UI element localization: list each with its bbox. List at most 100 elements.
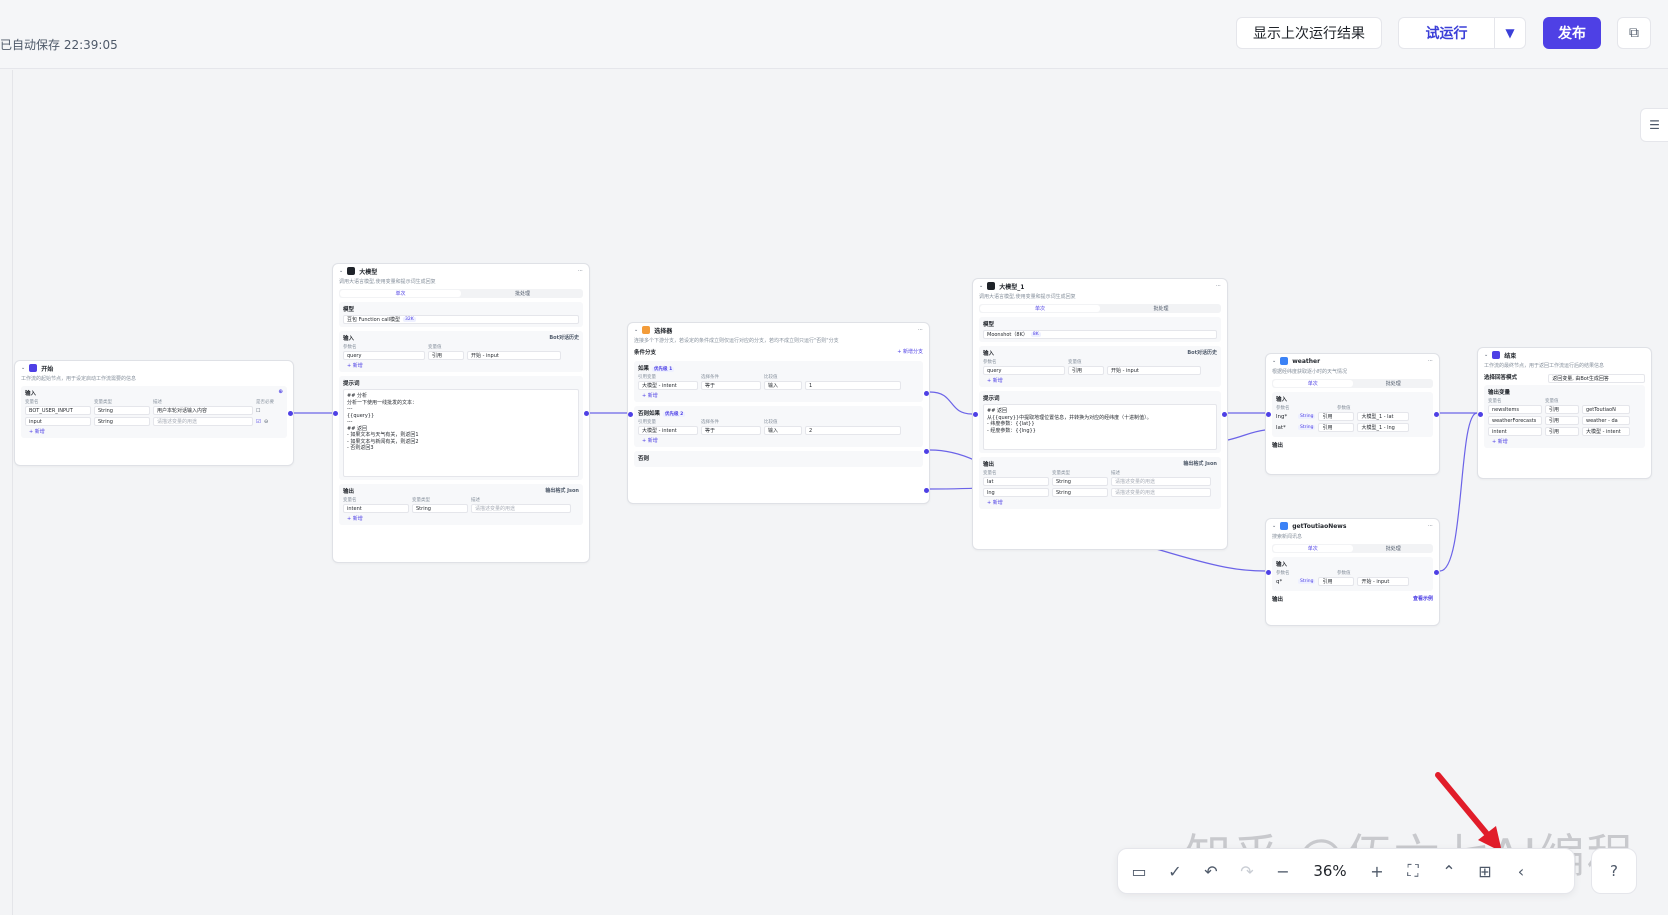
llm2-out-desc[interactable]: 请描述变量的用途 — [1111, 488, 1211, 497]
tab-single[interactable]: 单次 — [1273, 545, 1353, 552]
cond-variable[interactable]: 大模型 - intent — [638, 381, 698, 390]
tab-single[interactable]: 单次 — [980, 305, 1100, 312]
fit-view-icon[interactable]: ⛶ — [1402, 858, 1424, 884]
show-last-result-button[interactable]: 显示上次运行结果 — [1236, 17, 1382, 49]
llm-prompt-editor[interactable]: ## 分析 分析一下使用一线批发的文本： --- {{query}} --- #… — [343, 389, 579, 477]
node-menu-icon[interactable]: ⋯ — [1428, 523, 1433, 529]
selector-in-port[interactable] — [628, 412, 633, 417]
end-var-name[interactable]: intent — [1488, 427, 1542, 436]
news-param-value[interactable]: 开始 - input — [1357, 577, 1410, 586]
zoom-out-icon[interactable]: − — [1272, 858, 1294, 884]
weather-output-title[interactable]: 输出 — [1272, 441, 1283, 449]
weather-param-value[interactable]: 大模型_1 - lng — [1357, 423, 1410, 432]
llm2-add-button[interactable]: + 新增 — [983, 377, 1217, 384]
weather-plugin-node[interactable]: ⌄ weather ⋯ 根据经纬度获取逐小时的天气情况 单次 批处理 输入 参数名参… — [1265, 353, 1440, 475]
llm-out-name[interactable]: intent — [343, 504, 409, 513]
zoom-level[interactable]: 36% — [1308, 858, 1352, 884]
end-var-ref[interactable]: 引用 — [1545, 405, 1579, 414]
tab-batch[interactable]: 批处理 — [1101, 304, 1221, 313]
output-format-select[interactable]: 输出格式 Json — [1183, 460, 1217, 468]
collapse-icon[interactable]: ⌃ — [1438, 858, 1460, 884]
start-out-port[interactable] — [288, 411, 293, 416]
end-var-name[interactable]: newsItems — [1488, 405, 1542, 414]
news-out-port[interactable] — [1434, 570, 1439, 575]
news-output-title[interactable]: 输出 — [1272, 595, 1283, 603]
end-var-ref[interactable]: 引用 — [1545, 416, 1579, 425]
elif-out-port[interactable] — [924, 449, 929, 454]
add-branch-button[interactable]: + 新增分支 — [893, 348, 923, 358]
llm2-prompt-editor[interactable]: ## 返回 从{{query}}中提取地理位置信息，并转换为对应的经纬度（十进制… — [983, 404, 1217, 450]
duplicate-icon[interactable]: ⧉ — [1617, 17, 1651, 49]
llm-model-select[interactable]: 豆包 Function call模型 32K — [343, 315, 579, 324]
llm2-out-name[interactable]: lat — [983, 477, 1049, 486]
back-icon[interactable]: ‹ — [1510, 858, 1532, 884]
output-format-select[interactable]: 输出格式 Json — [545, 487, 579, 495]
check-icon[interactable]: ✓ — [1164, 858, 1186, 884]
test-run-dropdown-icon[interactable]: ▼ — [1494, 17, 1526, 49]
news-param-ref[interactable]: 引用 — [1318, 577, 1355, 586]
else-out-port[interactable] — [924, 488, 929, 493]
llm2-out-type[interactable]: String — [1052, 477, 1108, 486]
weather-param-ref[interactable]: 引用 — [1318, 412, 1355, 421]
llm2-in-port[interactable] — [973, 412, 978, 417]
cond-variable[interactable]: 大模型 - intent — [638, 426, 698, 435]
llm-in-port[interactable] — [333, 411, 338, 416]
minimap-icon[interactable]: ▭ — [1128, 858, 1150, 884]
start-var-desc[interactable]: 用户本轮对话输入内容 — [153, 406, 253, 415]
view-example-link[interactable]: 查看示例 — [1409, 595, 1433, 603]
node-menu-icon[interactable]: ⋯ — [578, 268, 583, 274]
help-icon[interactable]: ? — [1591, 848, 1637, 894]
tab-single[interactable]: 单次 — [340, 290, 461, 297]
answer-mode-select[interactable]: 返回变量, 由Bot生成回答 — [1548, 373, 1645, 383]
bot-history-checkbox[interactable]: Bot对话历史 — [1187, 349, 1217, 357]
node-menu-icon[interactable]: ⋯ — [918, 327, 923, 333]
cond-add-button[interactable]: + 新增 — [638, 437, 919, 444]
end-in-port[interactable] — [1478, 412, 1483, 417]
llm-param-value[interactable]: 开始 - input — [467, 351, 561, 360]
weather-param-value[interactable]: 大模型_1 - lat — [1357, 412, 1410, 421]
node-menu-icon[interactable]: ⋯ — [1216, 283, 1221, 289]
llm-node[interactable]: ⌄ 大模型 ⋯ 调用大语言模型,使用变量和提示词生成回复 单次 批处理 模型 豆包 … — [332, 263, 590, 563]
llm2-out-type[interactable]: String — [1052, 488, 1108, 497]
end-var-name[interactable]: weatherForecasts — [1488, 416, 1542, 425]
llm2-out-port[interactable] — [1222, 412, 1227, 417]
llm-out-type[interactable]: String — [412, 504, 468, 513]
selector-node[interactable]: ⌄ 选择器 ⋯ 连接多个下游分支，若设定的条件成立则仅运行对应的分支，若均不成立则只… — [627, 322, 930, 504]
tab-single[interactable]: 单次 — [1273, 380, 1353, 387]
news-plugin-node[interactable]: ⌄ getToutiaoNews ⋯ 搜索新闻讯息 单次 批处理 输入 参数名 参数值… — [1265, 518, 1440, 626]
bot-history-checkbox[interactable]: Bot对话历史 — [549, 334, 579, 342]
auto-layout-icon[interactable]: ⊞ — [1474, 858, 1496, 884]
start-var-type[interactable]: String — [94, 406, 150, 415]
publish-button[interactable]: 发布 — [1543, 17, 1601, 49]
cond-source[interactable]: 输入 — [764, 426, 802, 435]
end-var-value[interactable]: weather - da — [1582, 416, 1630, 425]
remove-icon[interactable]: ⊖ — [264, 419, 268, 425]
end-node[interactable]: ⌄ 结束 工作流的最终节点，用于返回工作流运行后的结果信息 选择回答模式 返回变量… — [1477, 347, 1652, 479]
llm-param-name[interactable]: query — [343, 351, 425, 360]
test-run-button[interactable]: 试运行 — [1398, 17, 1494, 49]
llm-node-2[interactable]: ⌄ 大模型_1 ⋯ 调用大语言模型,使用变量和提示词生成回复 单次 批处理 模型 M… — [972, 278, 1228, 550]
start-var-type[interactable]: String — [94, 417, 150, 426]
llm-out-add-button[interactable]: + 新增 — [343, 515, 579, 522]
llm-out-desc[interactable]: 请描述变量的用途 — [471, 504, 571, 513]
cond-value[interactable]: 2 — [805, 426, 901, 435]
weather-in-port[interactable] — [1266, 412, 1271, 417]
side-panel-toggle-icon[interactable]: ☰ — [1640, 108, 1668, 142]
weather-param-ref[interactable]: 引用 — [1318, 423, 1355, 432]
llm2-param-ref[interactable]: 引用 — [1068, 366, 1104, 375]
tab-batch[interactable]: 批处理 — [1354, 544, 1434, 553]
required-checkbox-icon[interactable]: ☐ — [256, 408, 260, 414]
zoom-in-icon[interactable]: + — [1366, 858, 1388, 884]
start-add-button[interactable]: + 新增 — [25, 428, 283, 435]
tab-batch[interactable]: 批处理 — [1354, 379, 1434, 388]
llm2-out-add-button[interactable]: + 新增 — [983, 499, 1217, 506]
weather-out-port[interactable] — [1434, 412, 1439, 417]
llm2-out-desc[interactable]: 请描述变量的用途 — [1111, 477, 1211, 486]
node-menu-icon[interactable]: ⋯ — [1428, 358, 1433, 364]
llm2-out-name[interactable]: lng — [983, 488, 1049, 497]
start-var-desc[interactable]: 请描述变量的用途 — [153, 417, 253, 426]
end-var-value[interactable]: getToutiaoN — [1582, 405, 1630, 414]
end-var-value[interactable]: 大模型 - intent — [1582, 427, 1630, 436]
llm-add-button[interactable]: + 新增 — [343, 362, 579, 369]
start-var-name[interactable]: BOT_USER_INPUT — [25, 406, 91, 415]
